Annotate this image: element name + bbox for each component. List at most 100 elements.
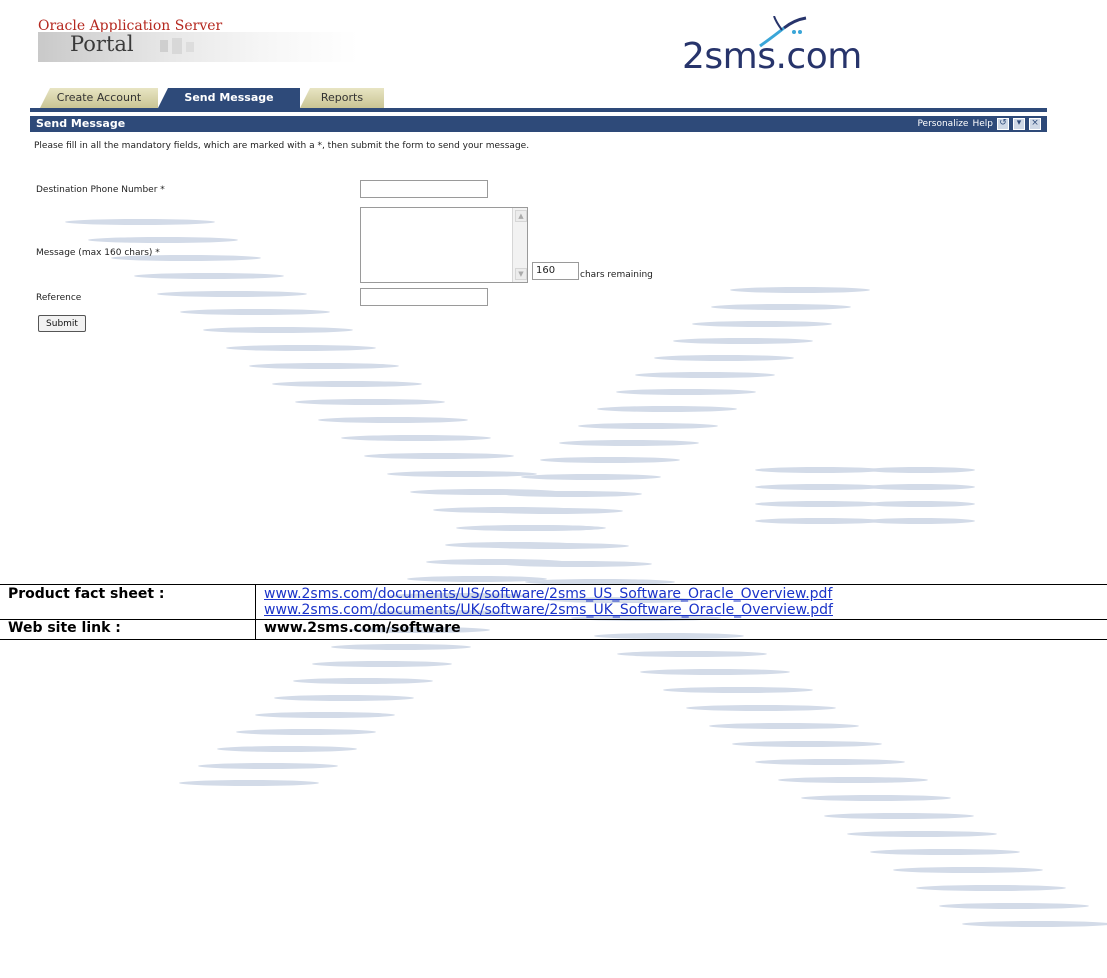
watermark-bar: [916, 885, 1066, 891]
watermark-bar: [179, 780, 319, 786]
logo-text: 2sms.com: [682, 36, 862, 77]
watermark-bar: [255, 712, 395, 718]
watermark-bar: [410, 489, 560, 495]
form-instructions: Please fill in all the mandatory fields,…: [34, 141, 530, 151]
watermark-bar: [617, 651, 767, 657]
close-icon[interactable]: ×: [1029, 118, 1041, 130]
watermark-bar: [236, 729, 376, 735]
table-column-divider: [255, 585, 256, 639]
watermark-bar: [502, 491, 642, 497]
portlet-header-actions: Personalize Help ↺ ▾ ×: [917, 116, 1041, 132]
watermark-bar: [217, 746, 357, 752]
watermark-bar: [274, 695, 414, 701]
portlet-header: Send Message Personalize Help ↺ ▾ ×: [30, 116, 1047, 132]
watermark-bar: [426, 559, 566, 565]
watermark-bar: [521, 474, 661, 480]
message-label: Message (max 160 chars) *: [36, 248, 160, 258]
portal-tabs: Create Account Send Message Reports: [40, 88, 1047, 108]
product-info-table: Product fact sheet : www.2sms.com/docume…: [0, 584, 1107, 640]
table-row-divider: [0, 619, 1107, 620]
refresh-icon[interactable]: ↺: [997, 118, 1009, 130]
website-link-value: www.2sms.com/software: [264, 620, 461, 636]
watermark-bar: [732, 741, 882, 747]
chars-remaining-field: 160: [532, 262, 579, 280]
oracle-portal-page: Oracle Application Server Portal 2sms.co…: [30, 8, 1047, 348]
watermark-bar: [865, 501, 975, 507]
watermark-bar: [341, 435, 491, 441]
collapse-icon[interactable]: ▾: [1013, 118, 1025, 130]
fact-sheet-link-us[interactable]: www.2sms.com/documents/US/software/2sms_…: [264, 586, 832, 602]
help-link[interactable]: Help: [972, 116, 993, 132]
2sms-logo: 2sms.com: [678, 16, 918, 78]
personalize-link[interactable]: Personalize: [917, 116, 968, 132]
watermark-bar: [847, 831, 997, 837]
message-textarea[interactable]: ▲ ▼: [360, 207, 528, 283]
brand-portal-text: Portal: [70, 32, 134, 56]
oracle-portal-brand: Oracle Application Server Portal: [38, 18, 358, 80]
watermark-bar: [755, 518, 885, 524]
scroll-down-icon[interactable]: ▼: [515, 268, 527, 280]
watermark-bar: [755, 759, 905, 765]
destination-phone-input[interactable]: [360, 180, 488, 198]
watermark-bar: [295, 399, 445, 405]
portal-decoration-icon: [160, 38, 194, 54]
watermark-bar: [597, 406, 737, 412]
watermark-bar: [865, 467, 975, 473]
watermark-bar: [483, 508, 623, 514]
watermark-bar: [479, 543, 629, 549]
watermark-bar: [464, 525, 604, 531]
watermark-bar: [755, 484, 885, 490]
reference-label: Reference: [36, 293, 82, 303]
watermark-bar: [801, 795, 951, 801]
destination-phone-label: Destination Phone Number *: [36, 185, 165, 195]
watermark-bar: [778, 777, 928, 783]
watermark-bar: [663, 687, 813, 693]
watermark-bar: [387, 471, 537, 477]
tab-create-account[interactable]: Create Account: [40, 88, 158, 108]
watermark-bar: [540, 457, 680, 463]
watermark-bar: [331, 644, 471, 650]
fact-sheet-link-uk[interactable]: www.2sms.com/documents/UK/software/2sms_…: [264, 602, 833, 618]
watermark-bar: [755, 501, 885, 507]
watermark-bar: [433, 507, 583, 513]
website-link-label: Web site link :: [8, 620, 121, 636]
watermark-bar: [824, 813, 974, 819]
watermark-bar: [456, 525, 606, 531]
submit-button[interactable]: Submit: [38, 315, 86, 332]
watermark-bar: [939, 903, 1089, 909]
scroll-up-icon[interactable]: ▲: [515, 210, 527, 222]
watermark-bar: [686, 705, 836, 711]
watermark-bar: [709, 723, 859, 729]
message-scrollbar[interactable]: ▲ ▼: [512, 208, 527, 282]
watermark-bar: [364, 453, 514, 459]
watermark-bar: [578, 423, 718, 429]
watermark-bar: [407, 576, 547, 582]
watermark-bar: [870, 849, 1020, 855]
brand-portal-banner: Portal: [38, 32, 358, 62]
watermark-bar: [654, 355, 794, 361]
watermark-bar: [272, 381, 422, 387]
watermark-bar: [318, 417, 468, 423]
watermark-bar: [293, 678, 433, 684]
chars-remaining-label: chars remaining: [580, 270, 653, 280]
tab-bar-underline: [30, 108, 1047, 112]
portlet-title: Send Message: [36, 117, 126, 130]
watermark-bar: [865, 518, 975, 524]
watermark-bar: [312, 661, 452, 667]
watermark-bar: [559, 440, 699, 446]
watermark-bar: [640, 669, 790, 675]
reference-input[interactable]: [360, 288, 488, 306]
watermark-bar: [198, 763, 338, 769]
watermark-bar: [635, 372, 775, 378]
watermark-bar: [865, 484, 975, 490]
watermark-bar: [249, 363, 399, 369]
watermark-bar: [962, 921, 1107, 927]
tab-reports[interactable]: Reports: [300, 88, 384, 108]
watermark-bar: [893, 867, 1043, 873]
watermark-bar: [445, 542, 585, 548]
tab-send-message[interactable]: Send Message: [158, 88, 300, 108]
watermark-bar: [755, 467, 885, 473]
product-fact-sheet-label: Product fact sheet :: [8, 586, 165, 602]
watermark-bar: [616, 389, 756, 395]
watermark-bar: [502, 561, 652, 567]
